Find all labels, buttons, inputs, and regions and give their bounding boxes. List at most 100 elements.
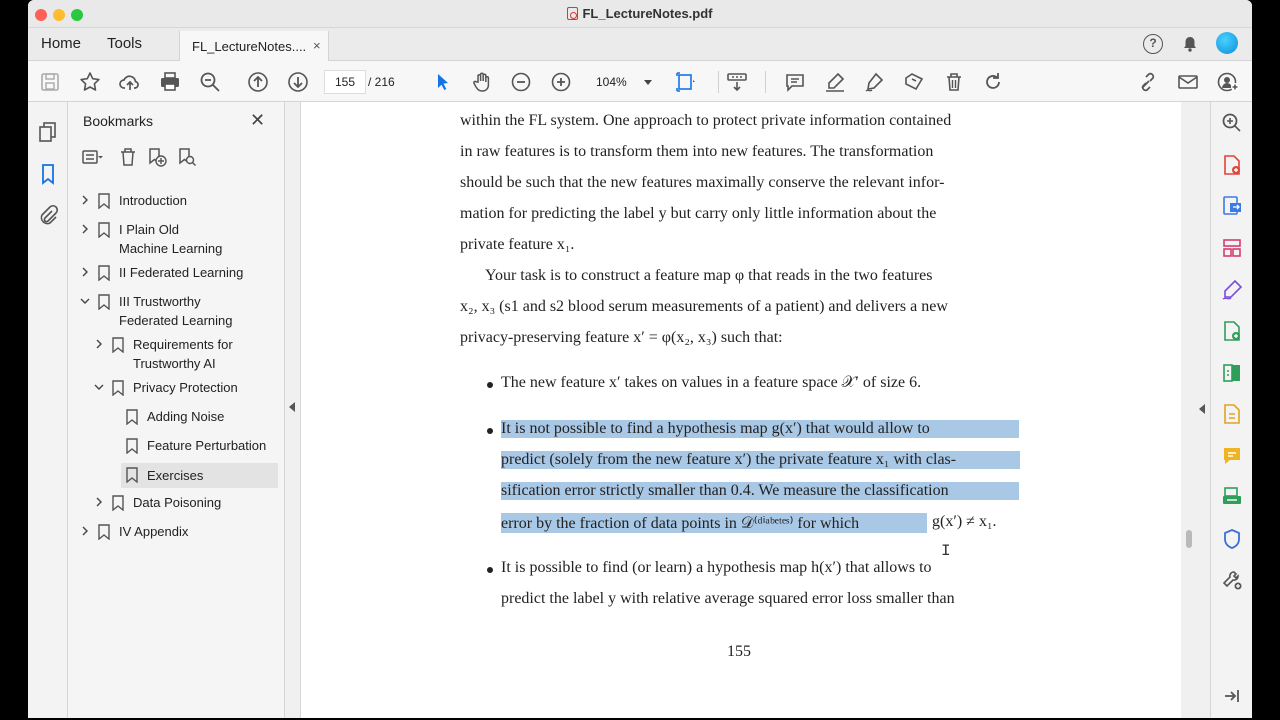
- share-link-icon[interactable]: [1136, 70, 1160, 94]
- bookmark-icon: [126, 438, 138, 454]
- chevron-down-icon[interactable]: [94, 382, 104, 392]
- bookmark-options-icon[interactable]: [81, 146, 103, 168]
- organize-pages-icon[interactable]: [1220, 236, 1244, 260]
- tab-home[interactable]: Home: [41, 35, 81, 52]
- bookmark-item-requirements[interactable]: Requirements for Trustworthy AI: [69, 335, 279, 375]
- bookmark-item-exercises[interactable]: Exercises: [121, 463, 278, 488]
- bookmark-label-line2: Machine Learning: [119, 241, 223, 256]
- close-panel-button[interactable]: ✕: [250, 110, 265, 131]
- close-tab-button[interactable]: ×: [313, 38, 321, 53]
- stamp-icon[interactable]: [902, 70, 926, 94]
- panel-splitter[interactable]: [285, 102, 301, 718]
- bookmark-item-data-poisoning[interactable]: Data Poisoning: [69, 493, 279, 515]
- highlight-pen-icon[interactable]: [823, 70, 847, 94]
- comment-tool-icon[interactable]: [1220, 444, 1244, 468]
- combine-files-icon[interactable]: [1220, 402, 1244, 426]
- zoom-level-dropdown[interactable]: 104%: [588, 70, 656, 94]
- save-icon[interactable]: [38, 70, 62, 94]
- highlighted-text-line[interactable]: predict (solely from the new feature x′)…: [501, 451, 1020, 469]
- previous-page-icon[interactable]: [246, 70, 270, 94]
- bookmark-item-adding-noise[interactable]: Adding Noise: [69, 407, 279, 429]
- page-number-input[interactable]: 155: [324, 70, 366, 94]
- bookmark-label: I Plain Old: [119, 222, 179, 237]
- scan-ocr-icon[interactable]: [1220, 485, 1244, 509]
- text-cursor-ibeam-icon: I: [941, 542, 951, 560]
- email-envelope-icon[interactable]: [1176, 70, 1200, 94]
- create-pdf-icon[interactable]: [1220, 153, 1244, 177]
- paragraph-line: x₂, x₃ (s1 and s2 blood serum measuremen…: [460, 298, 948, 315]
- bookmark-label: II Federated Learning: [119, 265, 244, 280]
- delete-bookmark-icon[interactable]: [117, 146, 139, 168]
- chevron-right-icon[interactable]: [80, 526, 90, 536]
- highlighted-text-line[interactable]: error by the fraction of data points in …: [501, 513, 927, 533]
- bookmark-item-privacy-protection[interactable]: Privacy Protection: [69, 378, 279, 400]
- help-icon[interactable]: ?: [1143, 34, 1163, 54]
- bookmark-item-federated-learning[interactable]: II Federated Learning: [69, 263, 279, 285]
- add-bookmark-icon[interactable]: [145, 146, 167, 168]
- collapse-left-arrow-icon[interactable]: [289, 402, 295, 412]
- add-user-icon[interactable]: [1216, 70, 1240, 94]
- bookmark-item-appendix[interactable]: IV Appendix: [69, 522, 279, 544]
- page-fit-icon[interactable]: [674, 70, 698, 94]
- chevron-right-icon[interactable]: [80, 195, 90, 205]
- next-page-icon[interactable]: [286, 70, 310, 94]
- chevron-right-icon[interactable]: [94, 497, 104, 507]
- select-pointer-icon[interactable]: [430, 70, 454, 94]
- vertical-scrollbar[interactable]: [1181, 102, 1196, 718]
- tab-tools[interactable]: Tools: [107, 35, 142, 52]
- paragraph-line: Your task is to construct a feature map …: [485, 267, 933, 284]
- hand-tool-icon[interactable]: [470, 70, 494, 94]
- chevron-down-icon: [644, 80, 652, 85]
- find-bookmark-icon[interactable]: [175, 146, 197, 168]
- bookmark-label-line2: Trustworthy AI: [133, 356, 216, 371]
- bookmark-item-introduction[interactable]: Introduction: [69, 191, 279, 213]
- edit-pdf-icon[interactable]: [1220, 319, 1244, 343]
- scroll-mode-icon[interactable]: [725, 70, 749, 94]
- bookmark-item-trustworthy-fl[interactable]: III Trustworthy Federated Learning: [69, 292, 279, 332]
- bullet-item: It is possible to find (or learn) a hypo…: [501, 559, 932, 576]
- bookmark-icon: [98, 524, 110, 540]
- bookmark-item-plain-old-ml[interactable]: I Plain Old Machine Learning: [69, 220, 279, 260]
- bookmark-icon: [126, 409, 138, 425]
- paragraph-line: should be such that the new features max…: [460, 174, 945, 191]
- scrollbar-thumb[interactable]: [1186, 530, 1192, 548]
- undo-rotate-icon[interactable]: [981, 70, 1005, 94]
- bookmark-icon: [98, 265, 110, 281]
- more-tools-wrench-icon[interactable]: [1220, 568, 1244, 592]
- notifications-bell-icon[interactable]: [1180, 34, 1200, 54]
- pdf-page: within the FL system. One approach to pr…: [301, 102, 1181, 718]
- highlighted-text-line[interactable]: sification error strictly smaller than 0…: [501, 482, 1019, 500]
- chevron-right-icon[interactable]: [94, 339, 104, 349]
- account-avatar[interactable]: [1216, 32, 1238, 54]
- attachments-paperclip-icon[interactable]: [36, 204, 60, 228]
- bookmarks-ribbon-icon[interactable]: [36, 162, 60, 186]
- bookmark-icon: [126, 467, 138, 483]
- expand-left-arrow-icon[interactable]: [1199, 404, 1205, 414]
- bookmark-item-feature-perturbation[interactable]: Feature Perturbation: [69, 436, 279, 458]
- highlighted-text-line[interactable]: It is not possible to find a hypothesis …: [501, 420, 1019, 438]
- zoom-out-icon[interactable]: [509, 70, 533, 94]
- delete-trash-icon[interactable]: [942, 70, 966, 94]
- chevron-right-icon[interactable]: [80, 224, 90, 234]
- bookmark-icon: [98, 193, 110, 209]
- print-icon[interactable]: [158, 70, 182, 94]
- export-pdf-icon[interactable]: [1220, 194, 1244, 218]
- upload-cloud-icon[interactable]: [118, 70, 142, 94]
- bookmark-label: Exercises: [147, 468, 204, 483]
- page-thumbnails-icon[interactable]: [36, 120, 60, 144]
- collapse-right-panel-icon[interactable]: [1220, 684, 1244, 708]
- search-zoom-icon[interactable]: [1220, 111, 1244, 135]
- sign-pen-icon[interactable]: [862, 70, 886, 94]
- right-panel-toggle[interactable]: [1196, 102, 1210, 718]
- protect-shield-icon[interactable]: [1220, 527, 1244, 551]
- bookmark-star-icon[interactable]: [78, 70, 102, 94]
- zoom-in-icon[interactable]: [549, 70, 573, 94]
- fill-sign-icon[interactable]: [1220, 278, 1244, 302]
- tab-document[interactable]: FL_LectureNotes.... ×: [179, 31, 329, 61]
- page-total-label: / 216: [368, 75, 395, 89]
- compare-files-icon[interactable]: [1220, 361, 1244, 385]
- comment-icon[interactable]: [783, 70, 807, 94]
- chevron-down-icon[interactable]: [80, 296, 90, 306]
- zoom-out-magnifier-icon[interactable]: [198, 70, 222, 94]
- chevron-right-icon[interactable]: [80, 267, 90, 277]
